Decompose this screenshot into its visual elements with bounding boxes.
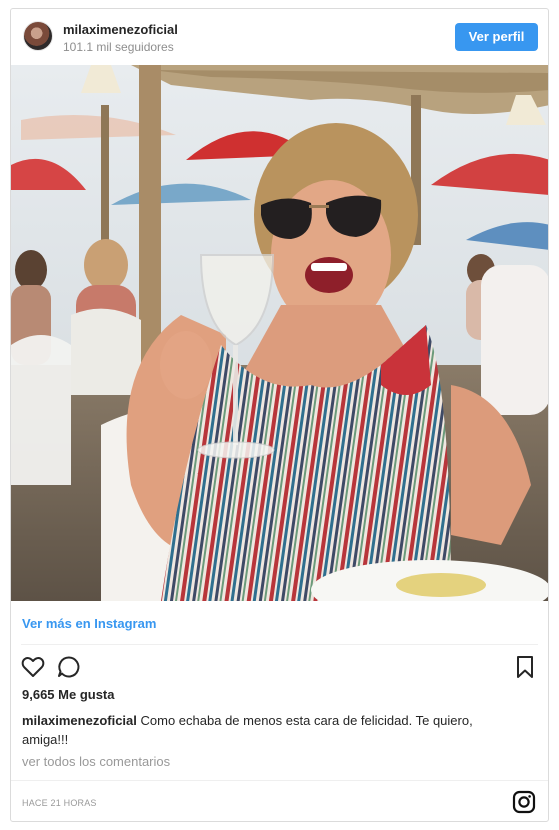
- post-caption: milaximenezoficial Como echaba de menos …: [22, 711, 522, 749]
- follower-count: 101.1 mil seguidores: [63, 40, 174, 54]
- view-comments-link[interactable]: ver todos los comentarios: [22, 754, 170, 769]
- post-photo[interactable]: [11, 65, 548, 601]
- instagram-embed-card: milaximenezoficial 101.1 mil seguidores …: [10, 8, 549, 822]
- post-header: milaximenezoficial 101.1 mil seguidores …: [11, 9, 548, 65]
- view-more-link[interactable]: Ver más en Instagram: [22, 616, 156, 631]
- divider: [21, 644, 538, 645]
- caption-username[interactable]: milaximenezoficial: [22, 713, 137, 728]
- instagram-icon[interactable]: [512, 790, 536, 814]
- username-link[interactable]: milaximenezoficial: [63, 22, 178, 38]
- post-photo-illustration: [11, 65, 548, 601]
- post-timestamp[interactable]: HACE 21 HORAS: [22, 798, 97, 808]
- bookmark-icon[interactable]: [514, 654, 536, 680]
- heart-icon[interactable]: [20, 654, 46, 680]
- action-bar: [11, 654, 548, 680]
- divider: [11, 780, 548, 781]
- likes-count[interactable]: 9,665 Me gusta: [22, 687, 115, 702]
- comment-icon[interactable]: [56, 654, 82, 680]
- view-profile-button[interactable]: Ver perfil: [455, 23, 538, 51]
- user-info: milaximenezoficial 101.1 mil seguidores: [63, 22, 178, 55]
- avatar[interactable]: [23, 21, 53, 51]
